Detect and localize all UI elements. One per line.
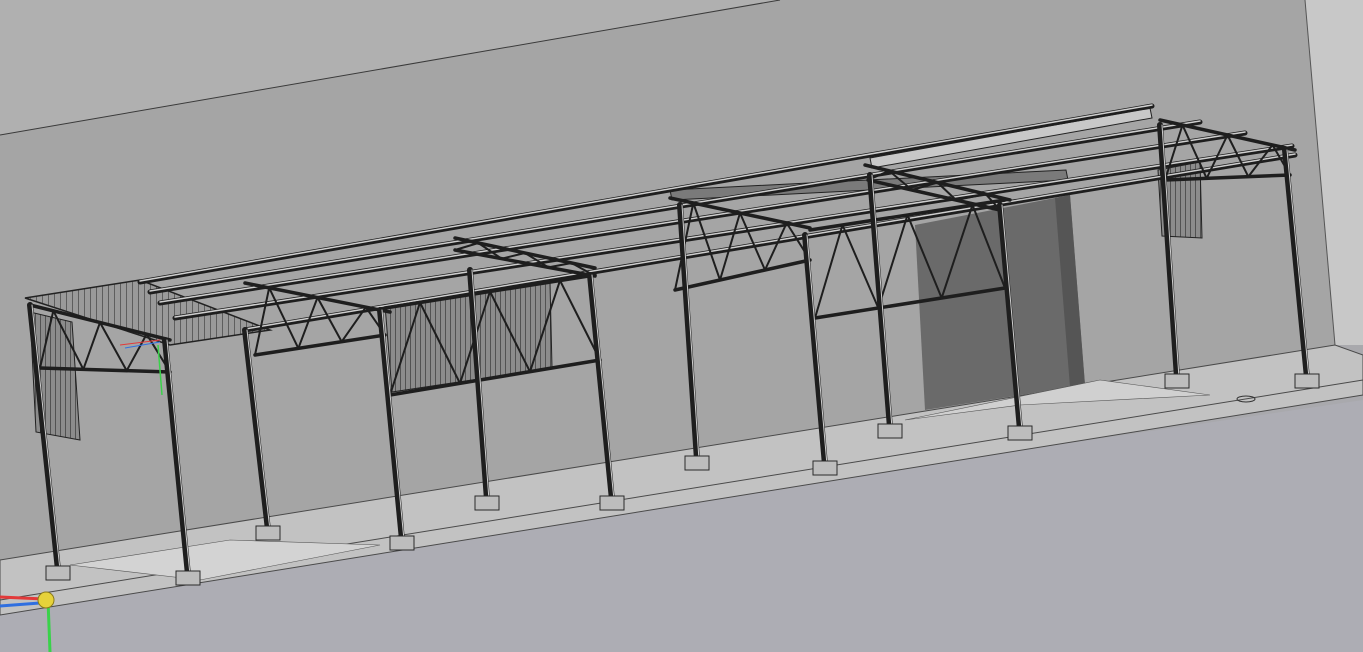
column-footing xyxy=(389,535,415,551)
column-footing xyxy=(474,495,500,511)
column-footing xyxy=(255,525,281,541)
column-footing xyxy=(812,460,838,476)
column-footing xyxy=(684,455,710,471)
column-footing xyxy=(45,565,71,581)
column-footing xyxy=(175,570,201,586)
column-footing xyxy=(1164,373,1190,389)
column-footing xyxy=(599,495,625,511)
column-footing xyxy=(1294,373,1320,389)
column-footing xyxy=(1007,425,1033,441)
x-axis-icon xyxy=(0,595,45,601)
cad-3d-viewport[interactable] xyxy=(0,0,1363,652)
column-footing xyxy=(877,423,903,439)
origin-handle-icon[interactable] xyxy=(37,591,55,609)
